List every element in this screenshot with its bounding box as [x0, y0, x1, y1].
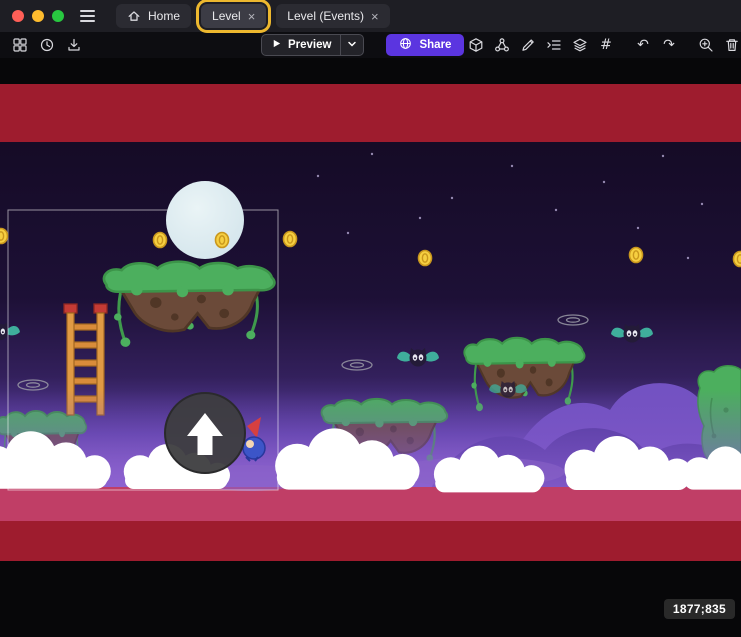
minimize-window-button[interactable]: [32, 10, 44, 22]
preview-options-button[interactable]: [341, 35, 363, 55]
draw-pencil-icon[interactable]: [516, 34, 539, 56]
chevron-down-icon: [347, 39, 357, 52]
instances-list-icon[interactable]: [542, 34, 565, 56]
scene-svg[interactable]: [0, 58, 741, 637]
toolbar-left-group: [8, 34, 85, 56]
coin[interactable]: [154, 233, 167, 248]
tab-label: Level (Events): [287, 9, 364, 23]
cursor-coordinates: 1877;835: [664, 599, 735, 619]
project-panels-icon[interactable]: [8, 34, 31, 56]
coin[interactable]: [734, 252, 741, 267]
preview-button[interactable]: Preview: [261, 34, 364, 56]
history-icon[interactable]: [35, 34, 58, 56]
tab-label: Home: [148, 9, 180, 23]
save-icon[interactable]: [62, 34, 85, 56]
grid-icon[interactable]: #: [594, 34, 617, 56]
object-groups-icon[interactable]: [490, 34, 513, 56]
tab-level-events[interactable]: Level (Events) ×: [276, 4, 389, 28]
coin[interactable]: [284, 232, 297, 247]
coin[interactable]: [216, 233, 229, 248]
redo-icon[interactable]: ↷: [657, 34, 680, 56]
objects-cube-icon[interactable]: [464, 34, 487, 56]
share-button[interactable]: Share: [386, 34, 464, 56]
menu-icon[interactable]: [80, 7, 98, 25]
top-wall[interactable]: [0, 84, 741, 142]
scene-editor-canvas[interactable]: 1877;835: [0, 58, 741, 637]
zoom-in-icon[interactable]: [694, 34, 717, 56]
layers-icon[interactable]: [568, 34, 591, 56]
window-controls: [12, 10, 64, 22]
bottom-wall[interactable]: [0, 521, 741, 561]
jump-button[interactable]: [165, 393, 245, 473]
coin[interactable]: [419, 251, 432, 266]
preview-label: Preview: [288, 39, 331, 51]
ground-strip[interactable]: [0, 487, 741, 521]
close-icon[interactable]: ×: [248, 10, 256, 23]
play-icon: [271, 38, 282, 52]
coin[interactable]: [630, 248, 643, 263]
toolbar: Preview Share: [0, 32, 741, 58]
tab-home[interactable]: Home: [116, 4, 191, 28]
globe-icon: [399, 37, 412, 53]
moon[interactable]: [166, 181, 244, 259]
titlebar: Home Level × Level (Events) ×: [0, 0, 741, 32]
tab-label: Level: [212, 9, 241, 23]
coin[interactable]: [0, 229, 8, 244]
home-icon: [127, 9, 141, 23]
tab-bar: Home Level × Level (Events) ×: [116, 4, 390, 28]
zoom-window-button[interactable]: [52, 10, 64, 22]
toolbar-right-group: # ↶ ↷: [464, 34, 741, 56]
undo-icon[interactable]: ↶: [631, 34, 654, 56]
tab-level[interactable]: Level ×: [201, 4, 266, 28]
close-icon[interactable]: ×: [371, 10, 379, 23]
share-label: Share: [419, 39, 451, 51]
delete-icon[interactable]: [720, 34, 741, 56]
close-window-button[interactable]: [12, 10, 24, 22]
